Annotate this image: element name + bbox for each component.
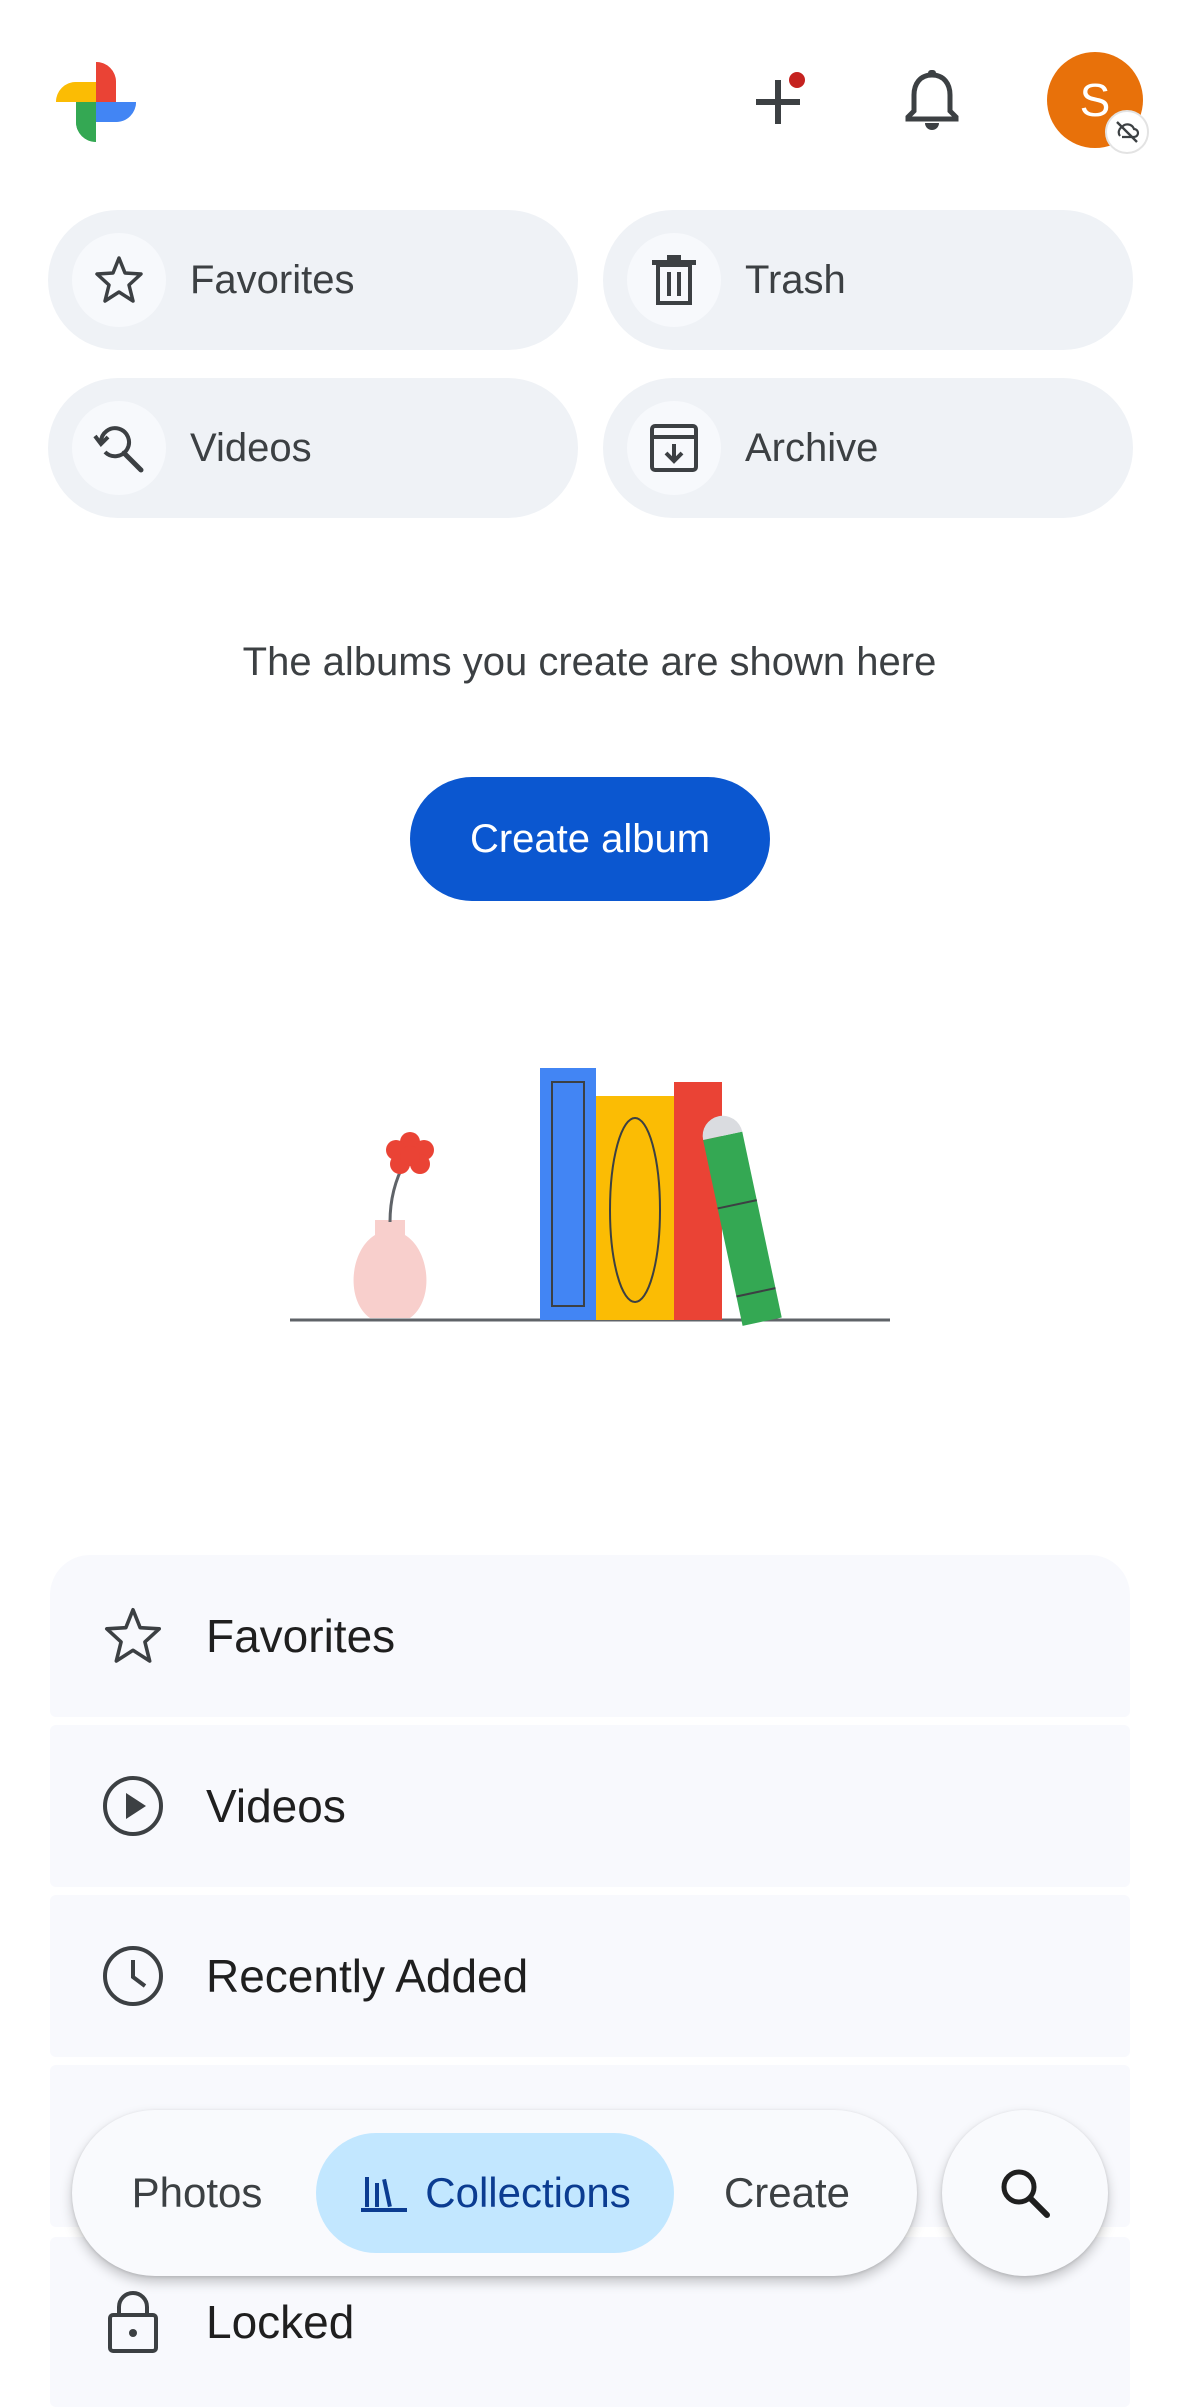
- archive-chip[interactable]: Archive: [603, 378, 1133, 518]
- star-icon: [100, 1603, 166, 1669]
- list-item-label: Favorites: [206, 1610, 396, 1662]
- list-item-favorites[interactable]: Favorites: [50, 1555, 1130, 1717]
- plus-icon: [756, 72, 805, 124]
- favorites-chip[interactable]: Favorites: [48, 210, 578, 350]
- trash-chip-label: Trash: [745, 257, 846, 302]
- lock-icon: [100, 2289, 166, 2355]
- nav-photos-label: Photos: [131, 2169, 263, 2216]
- search-history-icon: [72, 401, 166, 495]
- bookshelf-illustration: [280, 1050, 900, 1340]
- videos-chip[interactable]: Videos: [48, 378, 578, 518]
- list-item-recently-added[interactable]: Recently Added: [50, 1895, 1130, 2057]
- clock-icon: [100, 1943, 166, 2009]
- list-item-label: Recently Added: [206, 1950, 529, 2002]
- nav-collections-label: Collections: [425, 2169, 631, 2216]
- star-icon: [72, 233, 166, 327]
- add-button[interactable]: [733, 55, 823, 145]
- play-circle-icon: [100, 1773, 166, 1839]
- videos-chip-label: Videos: [190, 425, 312, 470]
- create-album-button[interactable]: Create album: [410, 777, 770, 901]
- trash-chip[interactable]: Trash: [603, 210, 1133, 350]
- list-item-videos[interactable]: Videos: [50, 1725, 1130, 1887]
- notification-dot: [789, 72, 805, 88]
- nav-collections[interactable]: Collections: [316, 2133, 674, 2253]
- backup-off-icon: [1105, 110, 1149, 154]
- google-photos-logo: [50, 56, 142, 148]
- collections-icon: [361, 2177, 408, 2212]
- archive-icon: [627, 401, 721, 495]
- search-button[interactable]: [942, 2110, 1108, 2276]
- list-item-label: Videos: [206, 1780, 346, 1832]
- trash-icon: [627, 233, 721, 327]
- nav-create[interactable]: Create: [702, 2110, 872, 2276]
- search-icon: [1001, 2169, 1050, 2218]
- bell-icon: [905, 70, 959, 130]
- empty-albums-message: The albums you create are shown here: [242, 640, 937, 684]
- archive-chip-label: Archive: [745, 425, 879, 470]
- nav-create-label: Create: [723, 2169, 851, 2216]
- notifications-button[interactable]: [887, 55, 977, 145]
- favorites-chip-label: Favorites: [190, 257, 355, 302]
- bottom-navigation: Photos Collections Create: [72, 2110, 917, 2276]
- nav-photos[interactable]: Photos: [112, 2110, 282, 2276]
- avatar-initial: S: [1079, 74, 1111, 126]
- list-item-label: Locked: [206, 2296, 355, 2348]
